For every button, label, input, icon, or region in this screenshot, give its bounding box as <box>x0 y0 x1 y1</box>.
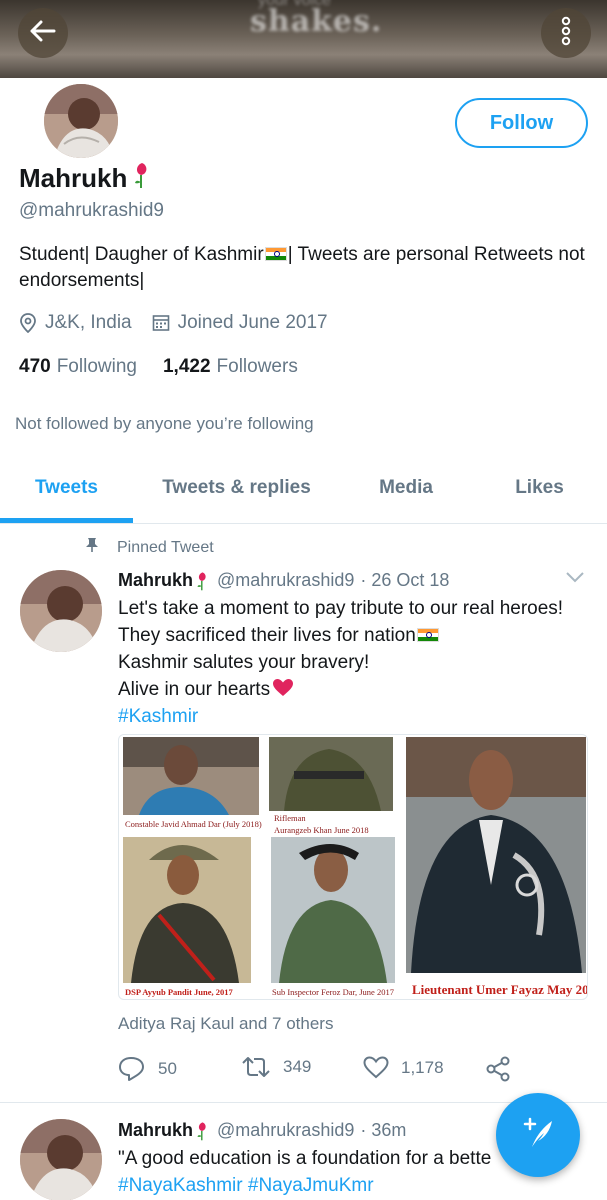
tweet-body: "A good education is a foundation for a … <box>118 1145 560 1199</box>
not-followed-notice: Not followed by anyone you’re following <box>15 414 314 433</box>
retweet-button[interactable]: 349 <box>241 1056 311 1078</box>
tweet-line-4: Alive in our hearts <box>118 679 271 700</box>
tweet-line-1-row: "A good education is a foundation for a … <box>118 1145 560 1172</box>
tweet-line-3: Kashmir salutes your bravery! <box>118 652 370 673</box>
reply-icon <box>118 1056 146 1082</box>
tweet-avatar[interactable] <box>20 570 102 652</box>
follow-button[interactable]: Follow <box>455 98 588 148</box>
compose-tweet-button[interactable] <box>496 1093 580 1177</box>
following-label: Following <box>56 356 137 377</box>
arrow-left-icon <box>30 20 56 47</box>
india-flag-icon <box>416 628 439 642</box>
tweet-author-name[interactable]: Mahrukh <box>118 570 193 591</box>
tweet-media-image[interactable]: Constable Javid Ahmad Dar (July 2018) Ri… <box>118 734 588 1000</box>
tweet-line-4-row: Alive in our hearts <box>118 676 563 703</box>
india-flag-icon <box>264 247 287 261</box>
reply-count: 50 <box>158 1059 177 1078</box>
follow-counts: 470 Following 1,422 Followers <box>19 356 298 378</box>
tweet-line-1: "A good education is a foundation for a … <box>118 1148 492 1169</box>
reply-button[interactable]: 50 <box>118 1056 177 1082</box>
tweet-menu-button[interactable] <box>565 570 585 588</box>
followers-link[interactable]: 1,422 Followers <box>163 356 298 378</box>
followers-label: Followers <box>216 356 298 377</box>
bio-text-1: Student| Daugher of Kashmir <box>19 244 264 265</box>
profile-handle: @mahrukrashid9 <box>19 200 164 221</box>
pinned-tweet-label: Pinned Tweet <box>85 537 214 558</box>
pin-icon <box>85 537 99 558</box>
media-caption-2b: Aurangzeb Khan June 2018 <box>274 825 369 835</box>
tweet-avatar[interactable] <box>20 1119 102 1200</box>
profile-name: Mahrukh <box>19 163 128 193</box>
calendar-icon <box>152 314 170 332</box>
more-vertical-icon <box>561 16 571 51</box>
following-count: 470 <box>19 356 51 377</box>
share-icon <box>485 1056 511 1082</box>
heart-icon <box>363 1056 389 1079</box>
profile-avatar[interactable] <box>40 80 122 162</box>
media-caption-3: DSP Ayyub Pandit June, 2017 <box>125 987 233 997</box>
compose-feather-icon <box>518 1113 558 1158</box>
tweet-header: Mahrukh @mahrukrashid9 · 36m <box>118 1120 406 1141</box>
profile-tabs: Tweets Tweets & replies Media Likes <box>0 458 607 524</box>
tweet-body: Let's take a moment to pay tribute to ou… <box>118 595 563 730</box>
chevron-down-icon <box>565 570 585 587</box>
tab-tweets[interactable]: Tweets <box>0 458 133 518</box>
active-tab-indicator <box>0 518 133 523</box>
following-link[interactable]: 470 Following <box>19 356 137 378</box>
profile-banner[interactable]: your voice shakes. <box>0 0 607 78</box>
hashtag-link[interactable]: #Kashmir <box>118 703 563 730</box>
media-caption-5: Lieutenant Umer Fayaz May 2017 <box>412 982 588 997</box>
tweet-line-2-row: They sacrificed their lives for nation <box>118 622 563 649</box>
tweet-actions: 50 349 1,178 <box>118 1056 518 1086</box>
followers-count: 1,422 <box>162 356 211 377</box>
like-count: 1,178 <box>401 1057 444 1077</box>
tab-media[interactable]: Media <box>340 458 472 518</box>
back-button[interactable] <box>18 8 68 58</box>
rose-emoji-icon <box>133 161 151 196</box>
rose-emoji-icon <box>196 571 209 591</box>
retweet-icon <box>241 1056 271 1078</box>
tweet-line-2: They sacrificed their lives for nation <box>118 625 416 646</box>
red-heart-icon <box>272 678 294 697</box>
tab-likes[interactable]: Likes <box>472 458 607 518</box>
profile-joined-date: Joined June 2017 <box>177 312 328 333</box>
media-caption-2a: Rifleman <box>274 813 306 823</box>
tab-tweets-replies[interactable]: Tweets & replies <box>133 458 340 518</box>
social-context[interactable]: Aditya Raj Kaul and 7 others <box>118 1014 333 1034</box>
share-button[interactable] <box>485 1056 523 1082</box>
profile-location: J&K, India <box>45 312 132 333</box>
retweet-count: 349 <box>283 1057 312 1076</box>
like-button[interactable]: 1,178 <box>363 1056 444 1079</box>
tweet-timestamp[interactable]: · 36m <box>360 1120 406 1141</box>
media-caption-1: Constable Javid Ahmad Dar (July 2018) <box>125 819 262 829</box>
media-caption-4: Sub Inspector Feroz Dar, June 2017 <box>272 987 394 997</box>
tweet-line-1: Let's take a moment to pay tribute to ou… <box>118 598 564 619</box>
tweet-author-handle[interactable]: @mahrukrashid9 <box>217 570 354 591</box>
hashtag-links[interactable]: #NayaKashmir #NayaJmuKmr <box>118 1172 560 1199</box>
tweet-timestamp[interactable]: · 26 Oct 18 <box>360 570 449 591</box>
more-options-button[interactable] <box>541 8 591 58</box>
profile-bio: Student| Daugher of Kashmir | Tweets are … <box>19 242 589 294</box>
tweet-author-name[interactable]: Mahrukh <box>118 1120 193 1141</box>
rose-emoji-icon <box>196 1121 209 1141</box>
profile-name-row: Mahrukh <box>19 161 151 196</box>
tweet-author-handle[interactable]: @mahrukrashid9 <box>217 1120 354 1141</box>
profile-meta: J&K, India Joined June 2017 <box>19 312 328 334</box>
banner-caption: shakes. <box>250 4 383 39</box>
location-pin-icon <box>19 313 37 333</box>
tweet-header: Mahrukh @mahrukrashid9 · 26 Oct 18 <box>118 570 449 591</box>
pinned-label-text: Pinned Tweet <box>117 538 214 556</box>
